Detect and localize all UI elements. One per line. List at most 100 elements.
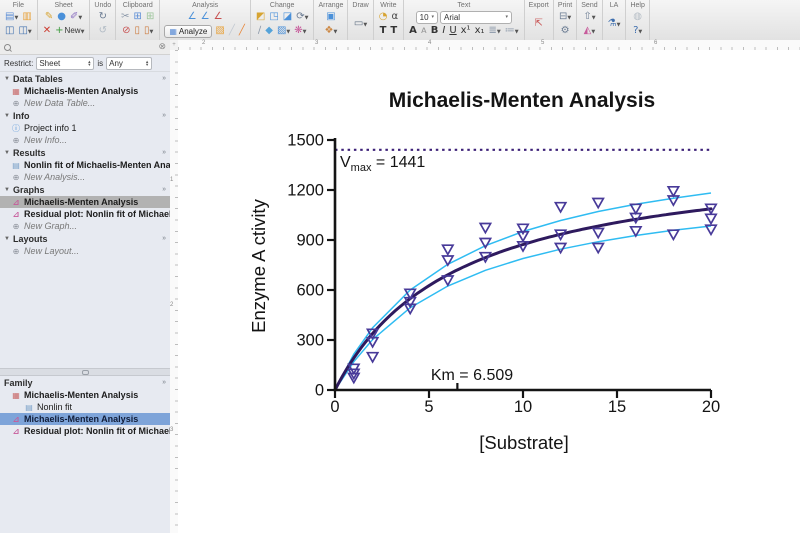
undo-icon[interactable]: ↺ (98, 25, 108, 37)
pencil-orange-icon[interactable]: ╱ (238, 25, 246, 37)
copy-icon[interactable]: ⊞ (133, 11, 143, 23)
list-item[interactable]: ⊿Residual plot: Nonlin fit of Michaelis-… (0, 208, 170, 220)
save-icon[interactable]: ◫ (4, 25, 15, 37)
font-size-select[interactable]: 10▾ (416, 11, 438, 24)
family-chevron-icon[interactable]: » (162, 379, 166, 386)
align-text-icon[interactable]: ≣▼ (488, 25, 502, 38)
toolbar-group-analysis: Analysis∠∠∠▦Analyze▧╱╱ (160, 0, 251, 40)
stats-analysis-icon[interactable]: ∠ (213, 11, 224, 23)
analyze-button[interactable]: ▦Analyze (164, 25, 212, 38)
new-sheet-button[interactable]: +New▼ (54, 25, 85, 38)
list-item[interactable]: ⓘProject info 1 (0, 122, 170, 134)
prism-tips-icon[interactable]: ◍ (632, 11, 643, 23)
magnify-graph-icon[interactable]: ◪ (282, 11, 293, 23)
graph-svg[interactable]: 03006009001200150005101520Michaelis-Ment… (178, 50, 800, 533)
grow-font-icon[interactable]: A (408, 25, 418, 37)
page-canvas[interactable]: 03006009001200150005101520Michaelis-Ment… (178, 50, 800, 533)
open-project-icon[interactable]: ▥ (21, 11, 32, 23)
new-item[interactable]: ⊕New Layout... (0, 245, 170, 257)
list-item[interactable]: ⊿Michaelis-Menten Analysis (0, 196, 170, 208)
list-item[interactable]: ⊿Residual plot: Nonlin fit of Michaelis-… (0, 425, 170, 437)
copy-special-icon[interactable]: ⊞ (145, 11, 155, 23)
text-color-icon[interactable]: ◔ (378, 11, 389, 23)
restrict-any-select[interactable]: Any▲▼ (106, 57, 152, 70)
greek-letter-icon[interactable]: α (390, 11, 399, 23)
cut-icon[interactable]: ✂ (120, 11, 130, 23)
linear-fit-icon[interactable]: ∠ (187, 11, 198, 23)
new-item[interactable]: ⊕New Graph... (0, 220, 170, 232)
family-header: Family» (0, 376, 170, 389)
delete-icon[interactable]: ⊘ (121, 25, 131, 37)
search-input[interactable] (15, 41, 154, 53)
section-chevron-icon[interactable]: » (162, 149, 166, 156)
fill-color-icon[interactable]: ◆ (264, 25, 274, 37)
list-item[interactable]: ▤Nonlin fit (0, 401, 170, 413)
paste-special-icon[interactable]: ▯▼ (143, 25, 154, 38)
highlight-sheet-icon[interactable]: ● (56, 11, 67, 23)
list-item[interactable]: ▤Nonlin fit of Michaelis-Menten Analysis (0, 159, 170, 171)
section-header-results[interactable]: ▼Results» (0, 146, 170, 159)
new-project-icon[interactable]: ▤▼ (4, 11, 19, 24)
draw-shape-icon[interactable]: ▭▼ (353, 18, 368, 31)
section-chevron-icon[interactable]: » (162, 186, 166, 193)
send-graph-icon[interactable]: ◭▼ (583, 25, 597, 38)
subscript-icon[interactable]: x₁ (474, 25, 486, 37)
text-tool-icon[interactable]: T (379, 25, 388, 37)
labarchives-icon[interactable]: ⚗▼ (607, 18, 622, 31)
group-objects-icon[interactable]: ❖▼ (324, 25, 339, 38)
color-scheme-icon[interactable]: ❋▼ (293, 25, 307, 38)
new-item[interactable]: ⊕New Analysis... (0, 171, 170, 183)
section-header-layouts[interactable]: ▼Layouts» (0, 232, 170, 245)
annotate-sheet-icon[interactable]: ✐▼ (69, 11, 83, 24)
section-chevron-icon[interactable]: » (162, 235, 166, 242)
shrink-font-icon[interactable]: ᴀ (420, 25, 428, 37)
family-panel: Family» ▦Michaelis-Menten Analysis▤Nonli… (0, 376, 170, 437)
pencil-gray-icon[interactable]: ╱ (228, 25, 236, 37)
nonlinear-fit-icon[interactable]: ∠ (200, 11, 211, 23)
delete-sheet-icon[interactable]: ✕ (42, 25, 52, 37)
restrict-sheet-select[interactable]: Sheet▲▼ (36, 57, 94, 70)
line-spacing-icon[interactable]: ≔▼ (504, 25, 520, 38)
section-header-data-tables[interactable]: ▼Data Tables» (0, 72, 170, 85)
superscript-icon[interactable]: x¹ (460, 25, 472, 37)
disclosure-triangle-icon[interactable]: ▼ (4, 113, 10, 119)
share-icon[interactable]: ⇧▼ (582, 11, 596, 24)
font-family-select[interactable]: Arial▾ (440, 11, 512, 24)
new-item[interactable]: ⊕New Info... (0, 134, 170, 146)
bold-icon[interactable]: B (430, 25, 440, 37)
rename-sheet-icon[interactable]: ✎ (44, 11, 54, 23)
disclosure-triangle-icon[interactable]: ▼ (4, 236, 10, 242)
apply-analysis-icon[interactable]: ▧ (214, 25, 225, 37)
panel-splitter[interactable] (0, 368, 170, 376)
underline-icon[interactable]: U (448, 25, 457, 37)
section-chevron-icon[interactable]: » (162, 75, 166, 82)
clear-search-icon[interactable]: ⊗ (158, 43, 166, 52)
change-graph-type-icon[interactable]: ◳ (268, 11, 279, 23)
new-item-icon: ⊕ (11, 173, 21, 182)
save-as-icon[interactable]: ◫▼ (17, 25, 32, 38)
disclosure-triangle-icon[interactable]: ▼ (4, 76, 10, 82)
list-item[interactable]: ▦Michaelis-Menten Analysis (0, 389, 170, 401)
arrange-objects-icon[interactable]: ▣ (325, 11, 336, 23)
format-tool-icon[interactable]: ∕ (257, 25, 262, 37)
graph-icon: ⊿ (11, 415, 21, 424)
print-icon[interactable]: ⊟▼ (558, 11, 572, 24)
paste-icon[interactable]: ▯ (133, 25, 141, 37)
help-icon[interactable]: ?▼ (632, 25, 643, 38)
graph-format-icon[interactable]: ▨▼ (276, 25, 291, 38)
section-header-graphs[interactable]: ▼Graphs» (0, 183, 170, 196)
italic-icon[interactable]: I (441, 25, 446, 37)
list-item[interactable]: ⊿Michaelis-Menten Analysis (0, 413, 170, 425)
section-header-info[interactable]: ▼Info» (0, 109, 170, 122)
export-icon[interactable]: ⇱ (534, 18, 544, 30)
new-item[interactable]: ⊕New Data Table... (0, 97, 170, 109)
page-setup-icon[interactable]: ⚙ (560, 25, 571, 37)
rotate-icon[interactable]: ⟳▼ (295, 11, 309, 24)
change-data-icon[interactable]: ◩ (255, 11, 266, 23)
list-item[interactable]: ▦Michaelis-Menten Analysis (0, 85, 170, 97)
disclosure-triangle-icon[interactable]: ▼ (4, 150, 10, 156)
redo-icon[interactable]: ↻ (98, 11, 108, 23)
disclosure-triangle-icon[interactable]: ▼ (4, 187, 10, 193)
section-chevron-icon[interactable]: » (162, 112, 166, 119)
text-box-icon[interactable]: T (389, 25, 398, 37)
